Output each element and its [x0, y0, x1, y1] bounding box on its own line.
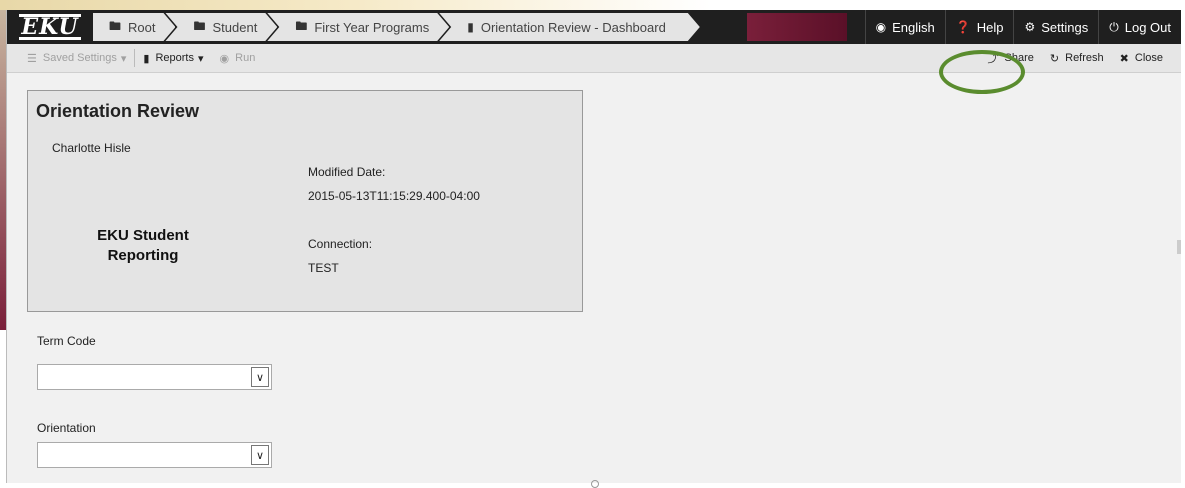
term-code-select[interactable]: ∨	[37, 364, 272, 390]
gear-icon: ⚙	[1024, 20, 1036, 34]
help-label: Help	[976, 19, 1004, 35]
breadcrumb-label: Student	[212, 19, 258, 35]
modified-date-value: 2015-05-13T11:15:29.400-04:00	[308, 189, 480, 203]
saved-settings-label: Saved Settings	[42, 52, 117, 64]
settings-button[interactable]: ⚙ Settings	[1013, 10, 1098, 44]
organization-line-1: EKU Student	[97, 227, 189, 244]
close-icon: ✖	[1119, 52, 1129, 65]
close-button[interactable]: ✖ Close	[1112, 44, 1171, 72]
connection-value: TEST	[308, 261, 339, 275]
breadcrumb-label: Orientation Review - Dashboard	[480, 19, 666, 35]
refresh-button[interactable]: ↻ Refresh	[1042, 44, 1112, 72]
list-icon: ☰	[27, 52, 37, 65]
modified-date-label: Modified Date:	[308, 165, 386, 179]
nav-accent-bar	[747, 13, 847, 41]
connection-label: Connection:	[308, 237, 373, 251]
organization-name: EKU Student Reporting	[68, 226, 218, 266]
author-name: Charlotte Hisle	[52, 141, 131, 155]
help-button[interactable]: ❓ Help	[944, 10, 1014, 44]
caret-down-icon: ▾	[120, 52, 127, 65]
window-top-strip	[0, 0, 1185, 10]
folder-icon: 🖿	[295, 18, 308, 33]
app-window: EKU 🖿 Root 🖿 Student 🖿 First Year Progra…	[6, 10, 1181, 488]
page-title: Orientation Review	[36, 101, 200, 121]
run-label: Run	[235, 52, 256, 64]
refresh-icon: ↻	[1049, 52, 1060, 65]
breadcrumb-label: First Year Programs	[314, 19, 430, 35]
reports-dropdown[interactable]: ▮ Reports ▾	[135, 44, 211, 72]
language-label: English	[892, 19, 935, 35]
reports-label: Reports	[155, 52, 194, 64]
saved-settings-dropdown[interactable]: ☰ Saved Settings ▾	[7, 44, 134, 72]
side-scroll-edge[interactable]	[1177, 240, 1181, 254]
top-nav-bar: EKU 🖿 Root 🖿 Student 🖿 First Year Progra…	[7, 10, 1181, 44]
globe-icon: ◉	[875, 20, 887, 34]
caret-down-icon: ▾	[198, 52, 204, 65]
settings-label: Settings	[1041, 19, 1089, 35]
chevron-down-icon[interactable]: ∨	[251, 445, 269, 465]
breadcrumb-first-year-programs[interactable]: 🖿 First Year Programs	[267, 13, 449, 41]
term-code-label: Term Code	[37, 334, 96, 348]
eku-logo[interactable]: EKU	[7, 10, 93, 44]
organization-line-2: Reporting	[107, 247, 179, 264]
breadcrumb-student[interactable]: 🖿 Student	[165, 13, 277, 41]
power-icon: ⏻	[1109, 19, 1119, 34]
logo-text: EKU	[19, 14, 81, 40]
close-label: Close	[1134, 52, 1163, 64]
logout-label: Log Out	[1124, 19, 1171, 35]
breadcrumb: 🖿 Root 🖿 Student 🖿 First Year Programs ▮…	[93, 10, 690, 44]
dashboard-info-card: Orientation Review Charlotte Hisle Modif…	[27, 90, 583, 312]
resize-handle[interactable]	[591, 480, 599, 488]
breadcrumb-label: Root	[128, 19, 156, 35]
refresh-label: Refresh	[1065, 52, 1104, 64]
folder-icon: 🖿	[193, 18, 206, 33]
run-button[interactable]: ◉ Run	[212, 44, 264, 72]
folder-icon: 🖿	[109, 18, 122, 33]
logout-button[interactable]: ⏻ Log Out	[1098, 10, 1181, 44]
orientation-select[interactable]: ∨	[37, 442, 272, 468]
question-circle-icon: ❓	[955, 20, 971, 34]
breadcrumb-root[interactable]: 🖿 Root	[93, 13, 175, 41]
document-icon: ▮	[467, 20, 474, 34]
orientation-label: Orientation	[37, 421, 96, 435]
language-button[interactable]: ◉ English	[864, 10, 945, 44]
chevron-down-icon[interactable]: ∨	[251, 367, 269, 387]
highlight-ring	[939, 50, 1025, 94]
breadcrumb-dashboard[interactable]: ▮ Orientation Review - Dashboard	[439, 13, 700, 41]
nav-right-menu: ◉ English ❓ Help ⚙ Settings ⏻ Log Out	[864, 10, 1181, 44]
document-icon: ▮	[143, 52, 150, 65]
play-circle-icon: ◉	[219, 52, 230, 65]
